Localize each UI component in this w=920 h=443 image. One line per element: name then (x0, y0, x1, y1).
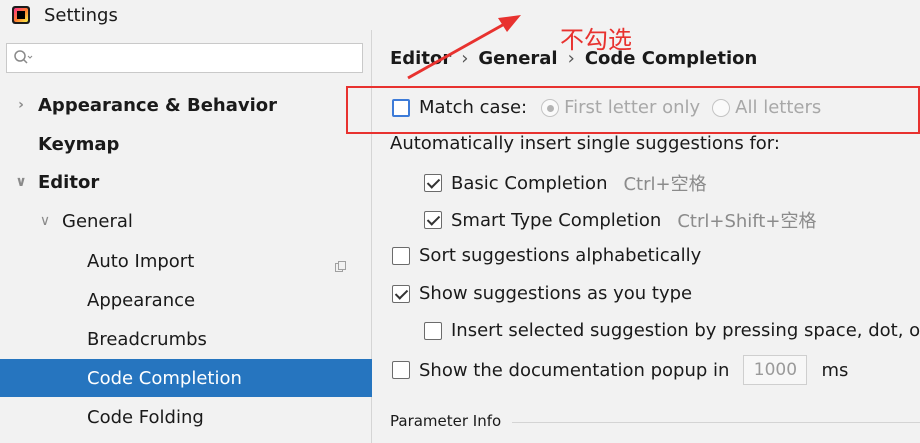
annotation-label: 不勾选 (560, 26, 632, 54)
annotation-arrow-icon (407, 15, 521, 80)
